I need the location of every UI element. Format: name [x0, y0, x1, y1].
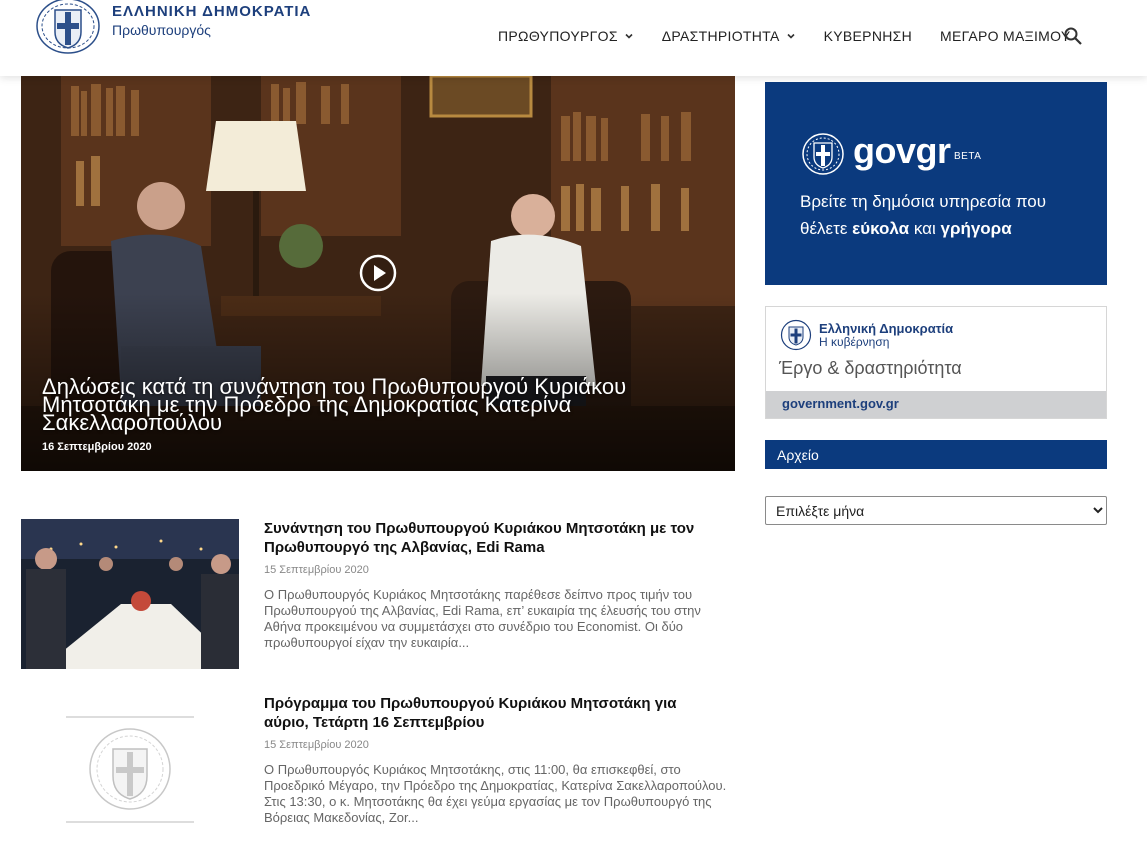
article-excerpt: Ο Πρωθυπουργός Κυριάκος Μητσοτάκης, στις… [264, 762, 727, 825]
govgr-line2-mid: και [913, 219, 936, 238]
govgr-line2-bold-easy: εύκολα [852, 219, 910, 238]
nav-item-label: ΜΕΓΑΡΟ ΜΑΞΙΜΟΥ [940, 28, 1071, 44]
article-excerpt: Ο Πρωθυπουργός Κυριάκος Μητσοτάκης παρέθ… [264, 587, 701, 650]
play-icon[interactable] [359, 254, 397, 292]
article-title[interactable]: Συνάντηση του Πρωθυπουργού Κυριάκου Μητσ… [264, 519, 724, 557]
govgr-line2-prefix: θέλετε [800, 219, 848, 238]
nav-item-government[interactable]: ΚΥΒΕΡΝΗΣΗ [824, 28, 912, 44]
nav-item-label: ΚΥΒΕΡΝΗΣΗ [823, 28, 912, 44]
nav-item-label: ΠΡΩΘΥΠΟΥΡΓΟΣ [498, 28, 618, 44]
greek-emblem-logo-icon[interactable] [35, 0, 101, 54]
greek-emblem-icon [780, 319, 812, 351]
chevron-down-icon [625, 33, 633, 39]
government-gov-gr-link[interactable]: government.gov.gr [782, 396, 899, 411]
article-date: 15 Σεπτεμβρίου 2020 [264, 564, 369, 576]
government-gov-gr-banner[interactable]: Ελληνική Δημοκρατία Η κυβέρνηση Έργο & δ… [765, 306, 1107, 419]
dinner-photo [21, 519, 239, 669]
brand-subtitle[interactable]: Πρωθυπουργός [112, 22, 211, 38]
main-nav: ΠΡΩΘΥΠΟΥΡΓΟΣ ΔΡΑΣΤΗΡΙΟΤΗΤΑ ΚΥΒΕΡΝΗΣΗ ΜΕΓ… [498, 28, 1099, 44]
archive-heading: Αρχείο [765, 440, 1107, 469]
nav-item-label: ΔΡΑΣΤΗΡΙΟΤΗΤΑ [661, 28, 780, 44]
govgr-tagline-line2: θέλετε εύκολα και γρήγορα [800, 219, 1012, 239]
greek-emblem-placeholder-icon [21, 694, 239, 844]
government-box-subtitle: Η κυβέρνηση [819, 335, 890, 349]
hero-title[interactable]: Δηλώσεις κατά τη συνάντηση του Πρωθυπουρ… [42, 376, 722, 434]
article-title[interactable]: Πρόγραμμα του Πρωθυπουργού Κυριάκου Μητσ… [264, 694, 724, 732]
govgr-logo-text: govgr [853, 130, 951, 172]
nav-item-maximos-mansion[interactable]: ΜΕΓΑΡΟ ΜΑΞΙΜΟΥ [940, 28, 1071, 44]
article-date: 15 Σεπτεμβρίου 2020 [264, 739, 369, 751]
hero-featured-article[interactable]: Δηλώσεις κατά τη συνάντηση του Πρωθυπουρ… [21, 76, 735, 471]
brand-title[interactable]: ΕΛΛΗΝΙΚΗ ΔΗΜΟΚΡΑΤΙΑ [112, 3, 311, 20]
article-thumbnail[interactable] [21, 694, 239, 844]
nav-item-activity[interactable]: ΔΡΑΣΤΗΡΙΟΤΗΤΑ [662, 28, 796, 44]
hero-date: 16 Σεπτεμβρίου 2020 [42, 441, 152, 453]
government-box-tagline: Έργο & δραστηριότητα [779, 358, 962, 378]
nav-item-prime-minister[interactable]: ΠΡΩΘΥΠΟΥΡΓΟΣ [498, 28, 634, 44]
govgr-banner[interactable]: govgr BETA Βρείτε τη δημόσια υπηρεσία πο… [765, 82, 1107, 285]
article-thumbnail[interactable] [21, 519, 239, 669]
archive-heading-label: Αρχείο [777, 447, 819, 463]
government-box-link-bar: government.gov.gr [766, 391, 1106, 418]
govgr-tagline-line1: Βρείτε τη δημόσια υπηρεσία που [800, 192, 1047, 211]
site-header: ΕΛΛΗΝΙΚΗ ΔΗΜΟΚΡΑΤΙΑ Πρωθυπουργός ΠΡΩΘΥΠΟ… [0, 0, 1147, 76]
govgr-logo-label: govgr [853, 130, 951, 171]
govgr-beta-badge: BETA [954, 151, 982, 162]
government-box-title: Ελληνική Δημοκρατία [819, 321, 954, 336]
chevron-down-icon [787, 33, 795, 39]
greek-emblem-icon [802, 133, 844, 175]
archive-month-select[interactable]: Επιλέξτε μήνα [765, 496, 1107, 525]
govgr-line2-bold-fast: γρήγορα [940, 219, 1012, 238]
search-icon[interactable] [1063, 26, 1083, 46]
